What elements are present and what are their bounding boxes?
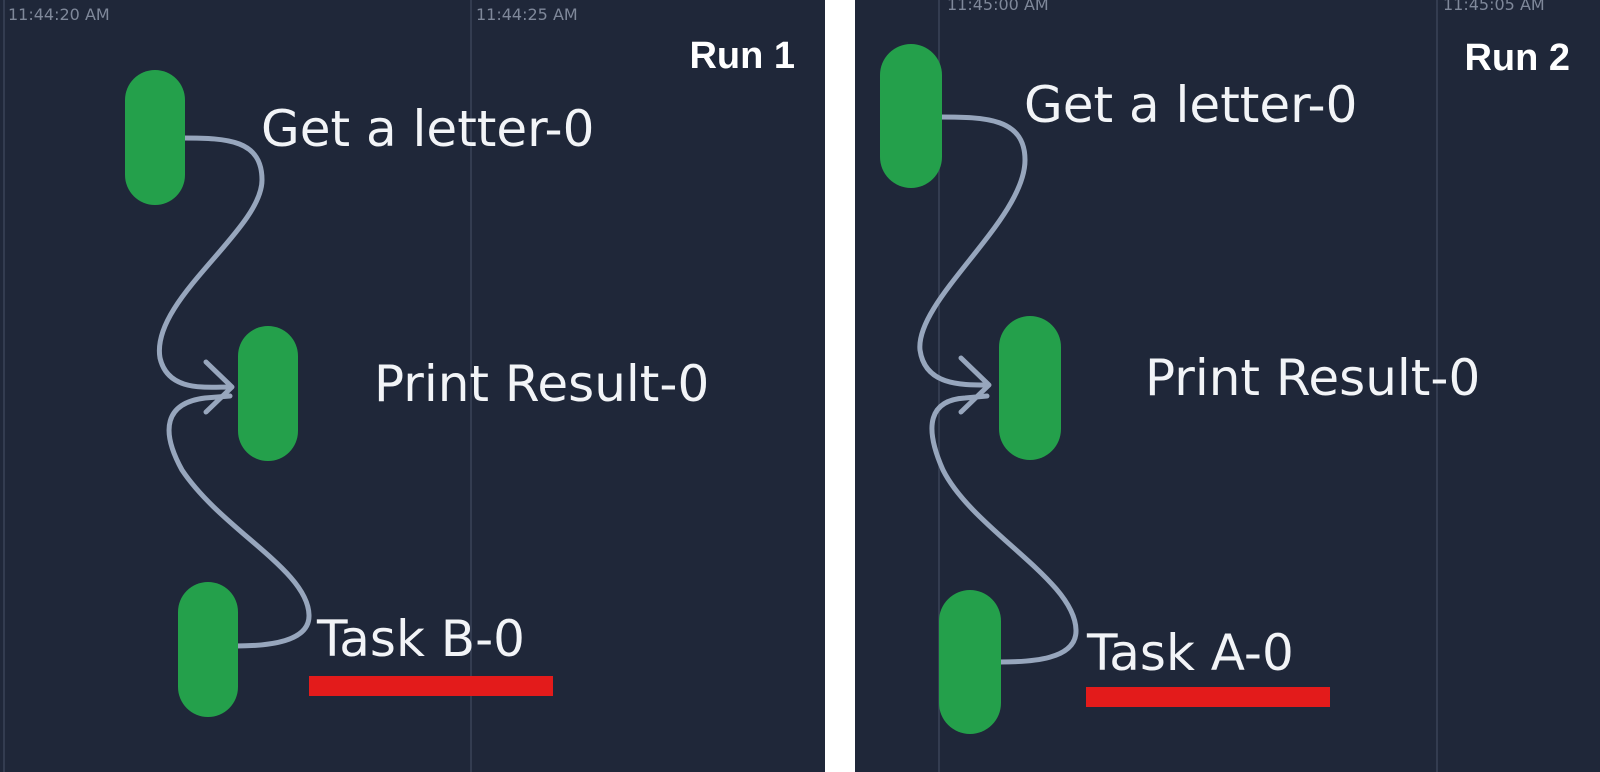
timestamp-label: 11:44:20 AM (8, 5, 110, 24)
task-node-print-result[interactable] (238, 326, 298, 461)
task-node-get-a-letter[interactable] (880, 44, 942, 188)
task-label-task-b: Task B-0 (316, 610, 525, 668)
task-label-print-result: Print Result-0 (1145, 349, 1480, 407)
task-label-print-result: Print Result-0 (374, 355, 709, 413)
highlight-underline (1086, 687, 1330, 707)
run-label: Run 1 (689, 35, 795, 77)
task-node-get-a-letter[interactable] (125, 70, 185, 205)
timestamp-label: 11:44:25 AM (476, 5, 578, 24)
highlight-underline (309, 676, 553, 696)
timestamp-label: 11:45:00 AM (947, 0, 1049, 14)
run-1-panel: 11:44:20 AM 11:44:25 AM Run 1 Get a lett… (0, 0, 825, 772)
run-2-panel: 11:45:00 AM 11:45:05 AM Run 2 Get a lett… (855, 0, 1600, 772)
run-1-graph: 11:44:20 AM 11:44:25 AM Run 1 Get a lett… (3, 0, 795, 772)
timestamp-label: 11:45:05 AM (1443, 0, 1545, 14)
task-label-task-a: Task A-0 (1086, 624, 1294, 682)
run-2-graph: 11:45:00 AM 11:45:05 AM Run 2 Get a lett… (880, 0, 1570, 772)
task-node-task-b[interactable] (178, 582, 238, 717)
run-label: Run 2 (1464, 37, 1570, 79)
task-label-get-a-letter: Get a letter-0 (1024, 76, 1357, 134)
task-node-task-a[interactable] (939, 590, 1001, 734)
task-node-print-result[interactable] (999, 316, 1061, 460)
task-label-get-a-letter: Get a letter-0 (261, 100, 594, 158)
